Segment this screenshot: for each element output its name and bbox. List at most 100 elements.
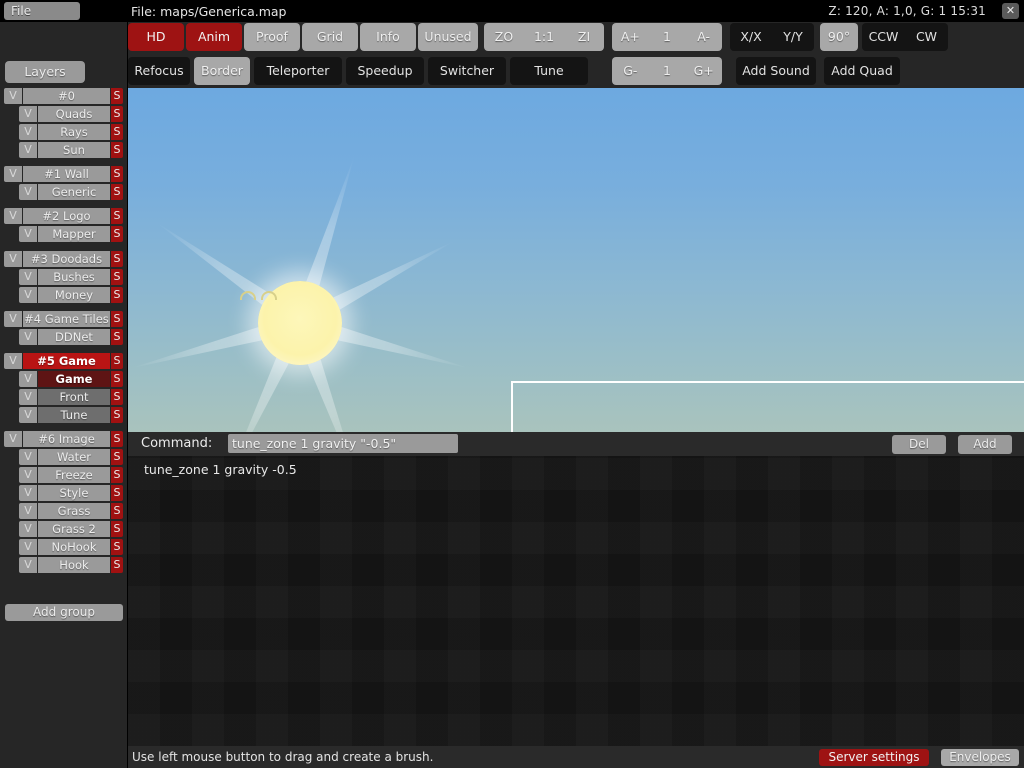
visibility-toggle-quads[interactable]: V — [19, 106, 37, 122]
layer-name-bushes[interactable]: Bushes — [38, 269, 110, 285]
visibility-toggle-nohook[interactable]: V — [19, 539, 37, 555]
visibility-toggle-money[interactable]: V — [19, 287, 37, 303]
save-toggle-2-logo[interactable]: S — [111, 208, 123, 224]
visibility-toggle-4-game-tiles[interactable]: V — [4, 311, 22, 327]
toolbar-button-speedup[interactable]: Speedup — [346, 57, 424, 85]
save-toggle-ddnet[interactable]: S — [111, 329, 123, 345]
layer-row-6-image[interactable]: V#6 ImageS — [4, 431, 123, 447]
save-toggle-4-game-tiles[interactable]: S — [111, 311, 123, 327]
layer-row-game[interactable]: VGameS — [19, 371, 123, 387]
close-icon[interactable]: ✕ — [1002, 3, 1019, 19]
rotate-control-group-ccw[interactable]: CCW — [862, 23, 905, 51]
layer-row-quads[interactable]: VQuadsS — [19, 106, 123, 122]
toolbar-button-tune[interactable]: Tune — [510, 57, 588, 85]
visibility-toggle-front[interactable]: V — [19, 389, 37, 405]
grid-size-group-g[interactable]: G- — [612, 57, 649, 85]
layer-name-grass[interactable]: Grass — [38, 503, 110, 519]
layer-name-game[interactable]: Game — [38, 371, 110, 387]
layer-name-hook[interactable]: Hook — [38, 557, 110, 573]
save-toggle-rays[interactable]: S — [111, 124, 123, 140]
command-list[interactable]: tune_zone 1 gravity -0.5 — [128, 456, 1024, 746]
save-toggle-freeze[interactable]: S — [111, 467, 123, 483]
envelopes-button[interactable]: Envelopes — [941, 749, 1019, 766]
layer-row-0[interactable]: V#0S — [4, 88, 123, 104]
layer-name-sun[interactable]: Sun — [38, 142, 110, 158]
layer-name-ddnet[interactable]: DDNet — [38, 329, 110, 345]
layer-name-1-wall[interactable]: #1 Wall — [23, 166, 110, 182]
visibility-toggle-style[interactable]: V — [19, 485, 37, 501]
layer-row-ddnet[interactable]: VDDNetS — [19, 329, 123, 345]
anim-speed-group-a[interactable]: A- — [685, 23, 722, 51]
visibility-toggle-tune[interactable]: V — [19, 407, 37, 423]
save-toggle-generic[interactable]: S — [111, 184, 123, 200]
visibility-toggle-grass-2[interactable]: V — [19, 521, 37, 537]
layer-name-grass-2[interactable]: Grass 2 — [38, 521, 110, 537]
layer-name-5-game[interactable]: #5 Game — [23, 353, 110, 369]
toolbar-button-90[interactable]: 90° — [820, 23, 858, 51]
toolbar-button-anim[interactable]: Anim — [186, 23, 242, 51]
visibility-toggle-2-logo[interactable]: V — [4, 208, 22, 224]
toolbar-button-proof[interactable]: Proof — [244, 23, 300, 51]
layer-name-water[interactable]: Water — [38, 449, 110, 465]
toolbar-button-refocus[interactable]: Refocus — [128, 57, 190, 85]
layer-name-generic[interactable]: Generic — [38, 184, 110, 200]
save-toggle-front[interactable]: S — [111, 389, 123, 405]
save-toggle-water[interactable]: S — [111, 449, 123, 465]
delete-command-button[interactable]: Del — [892, 435, 946, 454]
layer-name-style[interactable]: Style — [38, 485, 110, 501]
layer-name-tune[interactable]: Tune — [38, 407, 110, 423]
flip-control-group-y-y[interactable]: Y/Y — [772, 23, 814, 51]
layer-name-2-logo[interactable]: #2 Logo — [23, 208, 110, 224]
layer-row-generic[interactable]: VGenericS — [19, 184, 123, 200]
layer-row-2-logo[interactable]: V#2 LogoS — [4, 208, 123, 224]
command-input[interactable]: tune_zone 1 gravity "-0.5" — [228, 434, 458, 453]
layer-name-0[interactable]: #0 — [23, 88, 110, 104]
add-group-button[interactable]: Add group — [5, 604, 123, 621]
layer-row-style[interactable]: VStyleS — [19, 485, 123, 501]
layer-row-tune[interactable]: VTuneS — [19, 407, 123, 423]
zoom-control-group-zi[interactable]: ZI — [564, 23, 604, 51]
visibility-toggle-ddnet[interactable]: V — [19, 329, 37, 345]
toolbar-button-switcher[interactable]: Switcher — [428, 57, 506, 85]
save-toggle-grass[interactable]: S — [111, 503, 123, 519]
grid-size-group-g[interactable]: G+ — [685, 57, 722, 85]
layer-row-4-game-tiles[interactable]: V#4 Game TilesS — [4, 311, 123, 327]
save-toggle-hook[interactable]: S — [111, 557, 123, 573]
layer-row-5-game[interactable]: V#5 GameS — [4, 353, 123, 369]
command-list-item[interactable]: tune_zone 1 gravity -0.5 — [144, 462, 297, 478]
visibility-toggle-freeze[interactable]: V — [19, 467, 37, 483]
anim-speed-group-a[interactable]: A+ — [612, 23, 649, 51]
visibility-toggle-rays[interactable]: V — [19, 124, 37, 140]
map-canvas[interactable] — [128, 88, 1024, 432]
save-toggle-1-wall[interactable]: S — [111, 166, 123, 182]
save-toggle-money[interactable]: S — [111, 287, 123, 303]
toolbar-button-grid[interactable]: Grid — [302, 23, 358, 51]
server-settings-button[interactable]: Server settings — [819, 749, 929, 766]
toolbar-button-hd[interactable]: HD — [128, 23, 184, 51]
toolbar-button-teleporter[interactable]: Teleporter — [254, 57, 342, 85]
visibility-toggle-1-wall[interactable]: V — [4, 166, 22, 182]
layer-row-1-wall[interactable]: V#1 WallS — [4, 166, 123, 182]
save-toggle-nohook[interactable]: S — [111, 539, 123, 555]
layer-name-rays[interactable]: Rays — [38, 124, 110, 140]
visibility-toggle-3-doodads[interactable]: V — [4, 251, 22, 267]
layer-row-hook[interactable]: VHookS — [19, 557, 123, 573]
save-toggle-style[interactable]: S — [111, 485, 123, 501]
visibility-toggle-water[interactable]: V — [19, 449, 37, 465]
save-toggle-game[interactable]: S — [111, 371, 123, 387]
layer-name-4-game-tiles[interactable]: #4 Game Tiles — [23, 311, 110, 327]
toolbar-button-unused[interactable]: Unused — [418, 23, 478, 51]
save-toggle-6-image[interactable]: S — [111, 431, 123, 447]
visibility-toggle-generic[interactable]: V — [19, 184, 37, 200]
layer-name-3-doodads[interactable]: #3 Doodads — [23, 251, 110, 267]
toolbar-button-add-sound[interactable]: Add Sound — [736, 57, 816, 85]
layer-row-money[interactable]: VMoneyS — [19, 287, 123, 303]
layer-row-front[interactable]: VFrontS — [19, 389, 123, 405]
visibility-toggle-5-game[interactable]: V — [4, 353, 22, 369]
layer-name-front[interactable]: Front — [38, 389, 110, 405]
visibility-toggle-grass[interactable]: V — [19, 503, 37, 519]
layer-name-freeze[interactable]: Freeze — [38, 467, 110, 483]
layer-row-3-doodads[interactable]: V#3 DoodadsS — [4, 251, 123, 267]
layer-row-rays[interactable]: VRaysS — [19, 124, 123, 140]
toolbar-button-border[interactable]: Border — [194, 57, 250, 85]
